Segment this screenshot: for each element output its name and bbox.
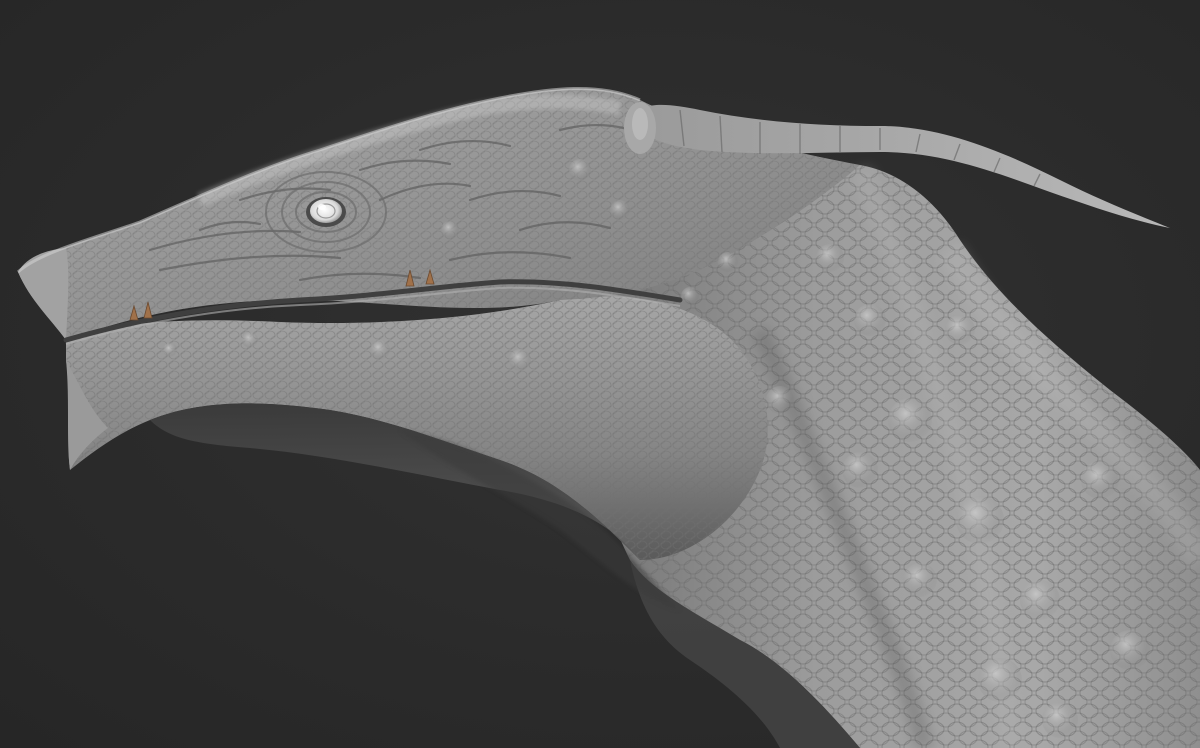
creature-sculpt-render (16, 86, 1200, 748)
creature-eye (306, 197, 346, 227)
sculpt-viewport (0, 0, 1200, 748)
